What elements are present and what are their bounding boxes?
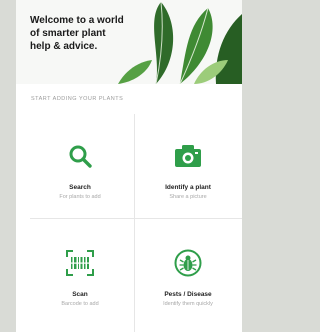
search-option-subtitle: For plants to add [59,194,101,200]
search-option[interactable]: Search For plants to add [26,112,134,218]
welcome-line-3: help & advice. [30,41,98,52]
welcome-line-1: Welcome to a world [30,15,124,26]
pests-disease-option-subtitle: Identify them quickly [163,301,213,307]
barcode-scan-icon [66,250,94,276]
section-heading: START ADDING YOUR PLANTS [31,96,124,102]
add-plant-options-grid: Search For plants to add Identify a plan… [26,112,242,332]
pests-disease-option[interactable]: Pests / Disease Identify them quickly [134,219,242,325]
welcome-text: Welcome to a world of smarter plant help… [30,14,142,53]
welcome-line-2: of smarter plant [30,28,106,39]
scan-option-label: Scan [72,291,88,298]
search-option-label: Search [69,184,91,191]
bug-icon [174,249,202,277]
identify-plant-option-subtitle: Share a picture [169,194,207,200]
pests-disease-option-label: Pests / Disease [164,291,212,298]
search-icon [69,145,92,168]
scan-option-subtitle: Barcode to add [61,301,99,307]
scan-option[interactable]: Scan Barcode to add [26,219,134,325]
welcome-banner: Welcome to a world of smarter plant help… [16,0,242,84]
identify-plant-option-label: Identify a plant [165,184,211,191]
camera-icon [175,145,201,167]
identify-plant-option[interactable]: Identify a plant Share a picture [134,112,242,218]
app-screen: Welcome to a world of smarter plant help… [16,0,242,332]
